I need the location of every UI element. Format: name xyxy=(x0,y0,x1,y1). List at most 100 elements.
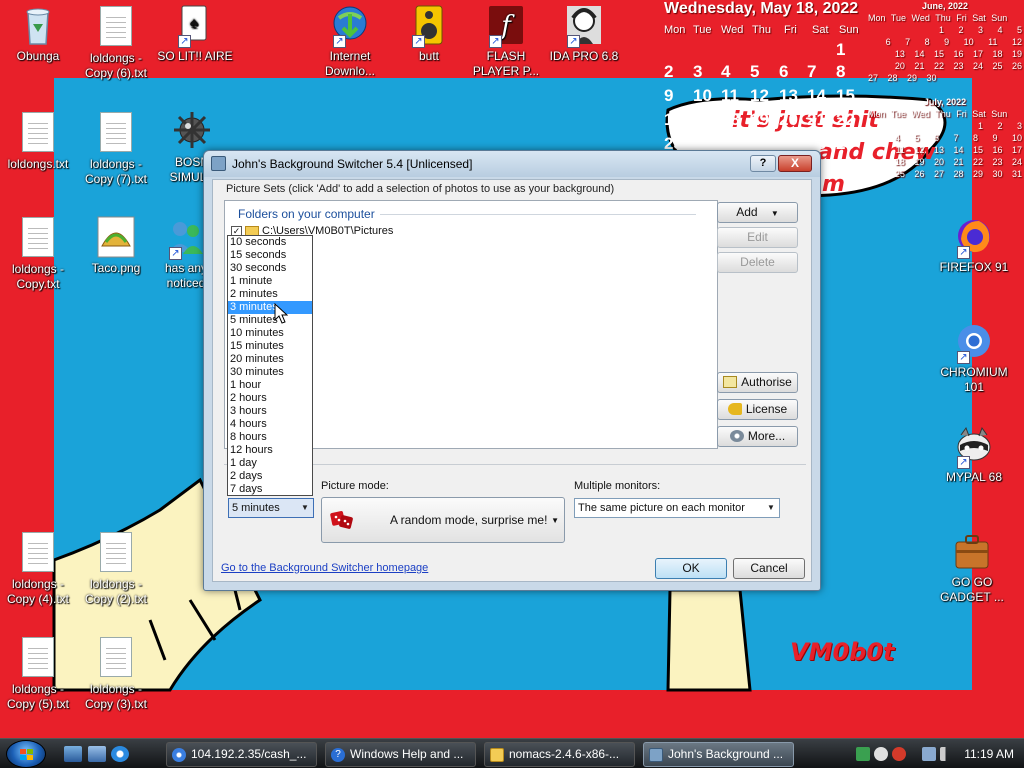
desktop-icon-label: Internet Downlo... xyxy=(324,49,376,78)
dropdown-option[interactable]: 4 hours xyxy=(228,418,312,431)
dropdown-option[interactable]: 10 minutes xyxy=(228,327,312,340)
desktop-icon-label: loldongs - Copy (6).txt xyxy=(84,51,147,80)
desktop-icon-loldongs-copy[interactable]: loldongs - Copy.txt xyxy=(0,217,76,292)
multiple-monitors-label: Multiple monitors: xyxy=(574,480,661,492)
firefox-icon: ↗ xyxy=(955,215,993,259)
june-row: 20 21 22 23 24 25 26 xyxy=(894,61,1022,71)
dropdown-option[interactable]: 2 hours xyxy=(228,392,312,405)
desktop-icon-mypal[interactable]: ↗ MYPAL 68 xyxy=(936,425,1012,485)
ok-button[interactable]: OK xyxy=(655,558,727,579)
desktop-icon-loldongs[interactable]: loldongs.txt xyxy=(0,112,76,172)
internet-explorer-icon[interactable] xyxy=(111,746,129,762)
dropdown-option[interactable]: 7 days xyxy=(228,483,312,496)
july-row: Mon Tue Wed Thu Fri Sat Sun xyxy=(868,109,1008,119)
interval-dropdown-list[interactable]: 10 seconds 15 seconds 30 seconds 1 minute 2 … xyxy=(227,235,313,496)
license-button[interactable]: License xyxy=(717,399,798,420)
edit-button[interactable]: Edit xyxy=(717,227,798,248)
dropdown-option[interactable]: 3 hours xyxy=(228,405,312,418)
dropdown-option[interactable]: 10 seconds xyxy=(228,236,312,249)
dice-icon xyxy=(330,511,353,529)
authorise-button[interactable]: Authorise xyxy=(717,372,798,393)
security-icon[interactable] xyxy=(874,747,888,761)
clock[interactable]: 11:19 AM xyxy=(964,747,1014,761)
chevron-down-icon: ▼ xyxy=(551,516,559,525)
dialog-titlebar[interactable]: John's Background Switcher 5.4 [Unlicens… xyxy=(204,151,820,177)
desktop-icon-internet-download-manager[interactable]: ↗ Internet Downlo... xyxy=(312,4,388,79)
taskbar-item-nomacs[interactable]: nomacs-2.4.6-x86-... xyxy=(484,742,635,767)
desktop-icon-recycle-bin[interactable]: Obunga xyxy=(0,4,76,64)
picture-mode-select[interactable]: A random mode, surprise me! ▼ xyxy=(321,497,565,543)
system-tray: 11:19 AM xyxy=(852,742,1022,767)
calendar-day: 10 xyxy=(693,86,712,105)
taskbar-item-background-switcher[interactable]: John's Background ... xyxy=(643,742,794,767)
mouse-pointer-icon xyxy=(274,303,288,324)
taskbar-item-chrome[interactable]: 104.192.2.35/cash_... xyxy=(166,742,317,767)
desktop-icon-loldongs-copy-6[interactable]: loldongs - Copy (6).txt xyxy=(78,6,154,81)
desktop-icon-loldongs-copy-4[interactable]: loldongs - Copy (4).txt xyxy=(0,532,76,607)
homepage-link[interactable]: Go to the Background Switcher homepage xyxy=(221,562,428,574)
wallpaper-text-3: m xyxy=(822,172,845,197)
desktop-icon-label: GO GO GADGET ... xyxy=(940,575,1004,604)
desktop-icon-taco-png[interactable]: Taco.png xyxy=(78,216,154,276)
folders-heading: Folders on your computer xyxy=(238,207,375,221)
recycle-bin-icon xyxy=(19,4,57,46)
add-button[interactable]: Add ▼ xyxy=(717,202,798,223)
calendar-day: 4 xyxy=(721,62,731,81)
desktop-icon-loldongs-copy-5[interactable]: loldongs - Copy (5).txt xyxy=(0,637,76,712)
taskbar-item-label: 104.192.2.35/cash_... xyxy=(191,747,307,761)
desktop-icon-so-lit-aire[interactable]: ♠ ↗ SO LIT!! AIRE xyxy=(157,4,233,64)
more-button[interactable]: More... xyxy=(717,426,798,447)
dropdown-option[interactable]: 20 minutes xyxy=(228,353,312,366)
switch-windows-icon[interactable] xyxy=(88,746,106,762)
june-row: 13 14 15 16 17 18 19 xyxy=(894,49,1022,59)
cancel-button[interactable]: Cancel xyxy=(733,558,805,579)
help-button[interactable]: ? xyxy=(750,155,776,172)
dropdown-option[interactable]: 1 hour xyxy=(228,379,312,392)
dropdown-option[interactable]: 30 minutes xyxy=(228,366,312,379)
desktop-icon-flash-player[interactable]: f ↗ FLASH PLAYER P... xyxy=(468,4,544,79)
calendar-day: 11 xyxy=(721,86,739,105)
calendar-day: 22 xyxy=(836,110,855,129)
close-button[interactable]: X xyxy=(778,155,812,172)
calendar-day: 1 xyxy=(836,40,846,59)
dropdown-option[interactable]: 12 hours xyxy=(228,444,312,457)
desktop-icon-label: IDA PRO 6.8 xyxy=(549,49,619,63)
desktop-icon-firefox[interactable]: ↗ FIREFOX 91 xyxy=(936,215,1012,275)
dropdown-option[interactable]: 2 minutes xyxy=(228,288,312,301)
display-icon[interactable] xyxy=(922,747,936,761)
calendar-day: 7 xyxy=(807,62,817,81)
dropdown-option[interactable]: 5 minutes xyxy=(228,314,312,327)
dropdown-option[interactable]: 15 seconds xyxy=(228,249,312,262)
desktop-icon-butt[interactable]: ↗ butt xyxy=(391,4,467,64)
network-status-icon[interactable] xyxy=(856,747,870,761)
multiple-monitors-value: The same picture on each monitor xyxy=(578,502,745,514)
show-desktop-icon[interactable] xyxy=(64,746,82,762)
briefcase-icon xyxy=(953,530,991,572)
taskbar-item-label: nomacs-2.4.6-x86-... xyxy=(509,747,620,761)
certificate-icon xyxy=(723,376,738,388)
start-button[interactable] xyxy=(6,740,46,768)
dropdown-option[interactable]: 1 day xyxy=(228,457,312,470)
dropdown-option[interactable]: 15 minutes xyxy=(228,340,312,353)
desktop-icon-loldongs-copy-7[interactable]: loldongs - Copy (7).txt xyxy=(78,112,154,187)
taskbar-item-windows-help[interactable]: ? Windows Help and ... xyxy=(325,742,476,767)
delete-button[interactable]: Delete xyxy=(717,252,798,273)
calendar-day: 29 xyxy=(836,134,855,153)
volume-icon[interactable] xyxy=(940,747,954,761)
calendar-day: 6 xyxy=(779,62,789,81)
interval-select[interactable]: 5 minutes ▼ xyxy=(228,498,314,518)
dropdown-option[interactable]: 2 days xyxy=(228,470,312,483)
dropdown-option[interactable]: 30 seconds xyxy=(228,262,312,275)
dropdown-option[interactable]: 1 minute xyxy=(228,275,312,288)
multiple-monitors-select[interactable]: The same picture on each monitor ▼ xyxy=(574,498,780,518)
chromium-icon xyxy=(172,748,186,762)
desktop-icon-loldongs-copy-2[interactable]: loldongs - Copy (2).txt xyxy=(78,532,154,607)
desktop-icon-loldongs-copy-3[interactable]: loldongs - Copy (3).txt xyxy=(78,637,154,712)
desktop-icon-ida-pro[interactable]: ↗ IDA PRO 6.8 xyxy=(546,4,622,64)
desktop-icon-go-go-gadget[interactable]: GO GO GADGET ... xyxy=(934,530,1010,605)
update-icon[interactable] xyxy=(892,747,906,761)
dropdown-option[interactable]: 3 minutes xyxy=(228,301,312,314)
desktop-icon-chromium[interactable]: ↗ CHROMIUM 101 xyxy=(936,320,1012,395)
dropdown-option[interactable]: 8 hours xyxy=(228,431,312,444)
shortcut-arrow-icon: ↗ xyxy=(169,247,182,260)
